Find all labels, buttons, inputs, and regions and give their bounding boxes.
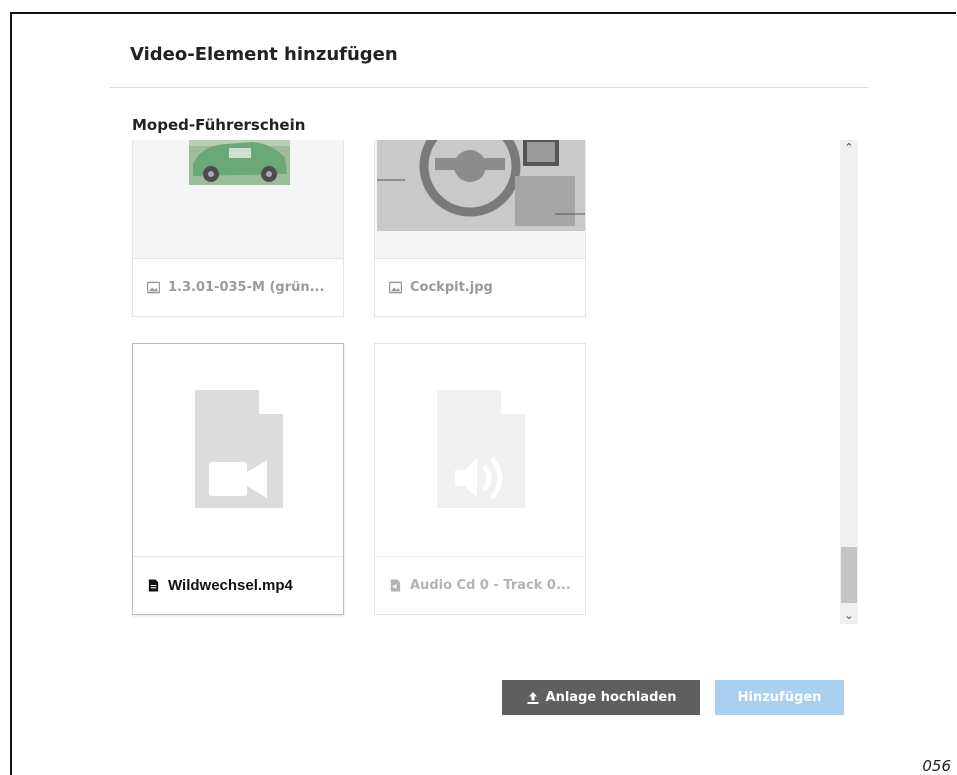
- vertical-scrollbar[interactable]: ⌃ ⌄: [840, 140, 858, 624]
- file-card-audio[interactable]: Audio Cd 0 - Track 0...: [374, 343, 586, 615]
- audio-file-icon: [390, 579, 401, 592]
- file-name: 1.3.01-035-M (grün...: [168, 280, 325, 295]
- upload-attachment-button[interactable]: Anlage hochladen: [502, 680, 700, 715]
- image-icon: [389, 281, 402, 294]
- scroll-down-arrow-icon[interactable]: ⌄: [840, 608, 858, 624]
- add-button-label: Hinzufügen: [737, 690, 822, 705]
- upload-icon: [527, 691, 539, 704]
- dialog-title: Video-Element hinzufügen: [130, 44, 398, 65]
- scrollbar-thumb[interactable]: [841, 547, 857, 603]
- section-title: Moped-Führerschein: [132, 116, 306, 134]
- file-icon: [148, 579, 159, 592]
- image-thumbnail: [133, 140, 343, 258]
- file-name: Cockpit.jpg: [410, 280, 493, 295]
- video-file-icon: [133, 344, 343, 556]
- scroll-up-arrow-icon[interactable]: ⌃: [840, 140, 858, 156]
- header-divider: [110, 87, 868, 88]
- image-icon: [147, 281, 160, 294]
- image-thumbnail: [375, 140, 585, 258]
- file-grid: 1.3.01-035-M (grün... Cockpit.jpg Wildwe…: [132, 140, 858, 624]
- page-number: 056: [922, 757, 951, 775]
- file-card-video[interactable]: Wildwechsel.mp4: [132, 343, 344, 615]
- file-card-image-1[interactable]: 1.3.01-035-M (grün...: [132, 140, 344, 317]
- file-name: Audio Cd 0 - Track 0...: [410, 578, 571, 593]
- file-card-image-2[interactable]: Cockpit.jpg: [374, 140, 586, 317]
- add-button[interactable]: Hinzufügen: [715, 680, 844, 715]
- audio-file-icon: [375, 344, 585, 556]
- file-name: Wildwechsel.mp4: [168, 577, 293, 594]
- upload-button-label: Anlage hochladen: [545, 690, 677, 705]
